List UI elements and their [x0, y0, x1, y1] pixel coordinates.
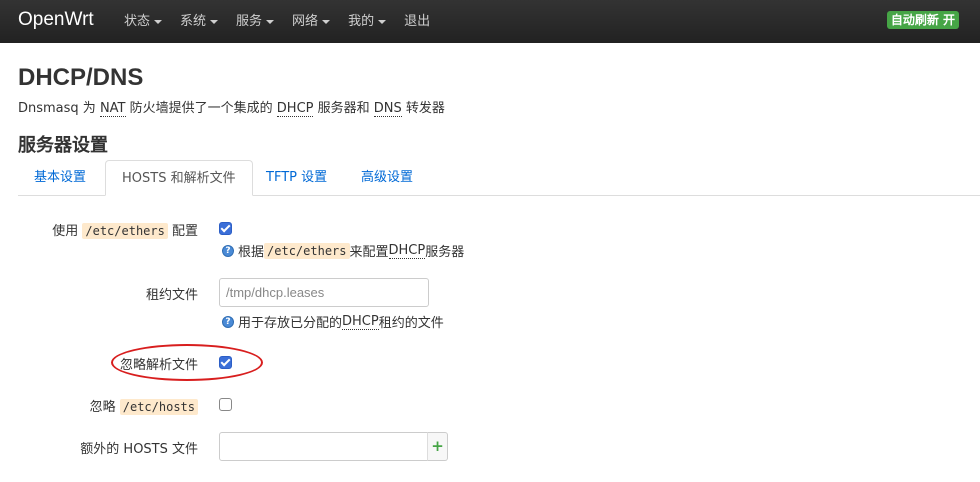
- menu-services-label: 服务: [236, 14, 263, 29]
- caret-down-icon: [378, 19, 387, 24]
- use-ethers-help-code: /etc/ethers: [264, 242, 350, 259]
- leasefile-help-pre: 用于存放已分配的: [238, 316, 343, 331]
- use-ethers-label-pre: 使用: [52, 224, 83, 239]
- menu-system[interactable]: 系统: [180, 0, 219, 43]
- help-icon: ?: [222, 315, 234, 328]
- use-ethers-label-code: /etc/ethers: [82, 223, 168, 239]
- menu-services[interactable]: 服务: [236, 0, 275, 43]
- noresolv-checkbox[interactable]: [219, 356, 232, 369]
- menu-logout-label: 退出: [404, 14, 431, 29]
- use-ethers-help-abbr: DHCP: [388, 242, 426, 259]
- abbr-dhcp: DHCP: [276, 101, 314, 117]
- brand-logo[interactable]: OpenWrt: [18, 9, 94, 31]
- leasefile-label: 租约文件: [145, 288, 198, 303]
- menu-status[interactable]: 状态: [124, 0, 163, 43]
- addnhosts-label: 额外的 HOSTS 文件: [80, 442, 198, 457]
- menu-status-label: 状态: [124, 14, 151, 29]
- auto-refresh-toggle[interactable]: 自动刷新 开: [886, 11, 959, 29]
- settings-tabs: 基本设置 HOSTS 和解析文件 TFTP 设置 高级设置: [18, 160, 980, 196]
- desc-part-4: 转发器: [401, 101, 445, 116]
- caret-down-icon: [154, 19, 163, 24]
- use-ethers-label: 使用 /etc/ethers 配置: [52, 220, 198, 239]
- use-ethers-help-pre: 根据: [238, 245, 265, 260]
- desc-part-3: 服务器和: [313, 101, 374, 116]
- menu-network[interactable]: 网络: [292, 0, 331, 43]
- leasefile-help-post: 租约的文件: [378, 316, 444, 331]
- menu-logout[interactable]: 退出: [404, 0, 430, 43]
- noresolv-label: 忽略解析文件: [119, 358, 198, 373]
- caret-down-icon: [266, 19, 275, 24]
- use-ethers-help-mid: 来配置: [349, 245, 389, 260]
- leasefile-help: ? 用于存放已分配的 DHCP 租约的文件: [222, 312, 444, 331]
- abbr-dns: DNS: [373, 101, 402, 117]
- desc-part-1: Dnsmasq 为: [18, 101, 100, 116]
- menu-system-label: 系统: [180, 14, 207, 29]
- tab-tftp-settings[interactable]: TFTP 设置: [250, 160, 343, 196]
- leasefile-help-abbr: DHCP: [342, 313, 379, 330]
- tab-basic-settings[interactable]: 基本设置: [18, 160, 102, 196]
- nohosts-label: 忽略 /etc/hosts: [90, 396, 198, 415]
- menu-mine[interactable]: 我的: [348, 0, 387, 43]
- page-description: Dnsmasq 为 NAT 防火墙提供了一个集成的 DHCP 服务器和 DNS …: [18, 97, 445, 117]
- help-icon: ?: [222, 244, 234, 257]
- nohosts-label-pre: 忽略: [89, 400, 120, 415]
- add-hosts-file-button[interactable]: +: [427, 432, 448, 461]
- desc-part-2: 防火墙提供了一个集成的: [125, 101, 277, 116]
- nohosts-label-code: /etc/hosts: [119, 399, 198, 415]
- menu-network-label: 网络: [292, 14, 319, 29]
- section-title: 服务器设置: [18, 135, 108, 156]
- nohosts-checkbox[interactable]: [219, 398, 232, 411]
- use-ethers-label-post: 配置: [167, 224, 198, 239]
- abbr-nat: NAT: [99, 101, 126, 117]
- caret-down-icon: [322, 19, 331, 24]
- addnhosts-input[interactable]: [219, 432, 428, 461]
- menu-mine-label: 我的: [348, 14, 375, 29]
- leasefile-input[interactable]: /tmp/dhcp.leases: [219, 278, 429, 307]
- caret-down-icon: [210, 19, 219, 24]
- use-ethers-help: ? 根据 /etc/ethers 来配置 DHCP 服务器: [222, 241, 464, 260]
- tab-advanced-settings[interactable]: 高级设置: [345, 160, 429, 196]
- tab-hosts-resolv[interactable]: HOSTS 和解析文件: [105, 160, 253, 196]
- top-navbar: OpenWrt 状态 系统 服务 网络 我的 退出 自动刷新 开: [0, 0, 980, 43]
- use-ethers-help-post: 服务器: [425, 245, 465, 260]
- main-menu: 状态 系统 服务 网络 我的 退出: [124, 0, 448, 43]
- use-ethers-checkbox[interactable]: [219, 222, 232, 235]
- page-title: DHCP/DNS: [18, 64, 144, 91]
